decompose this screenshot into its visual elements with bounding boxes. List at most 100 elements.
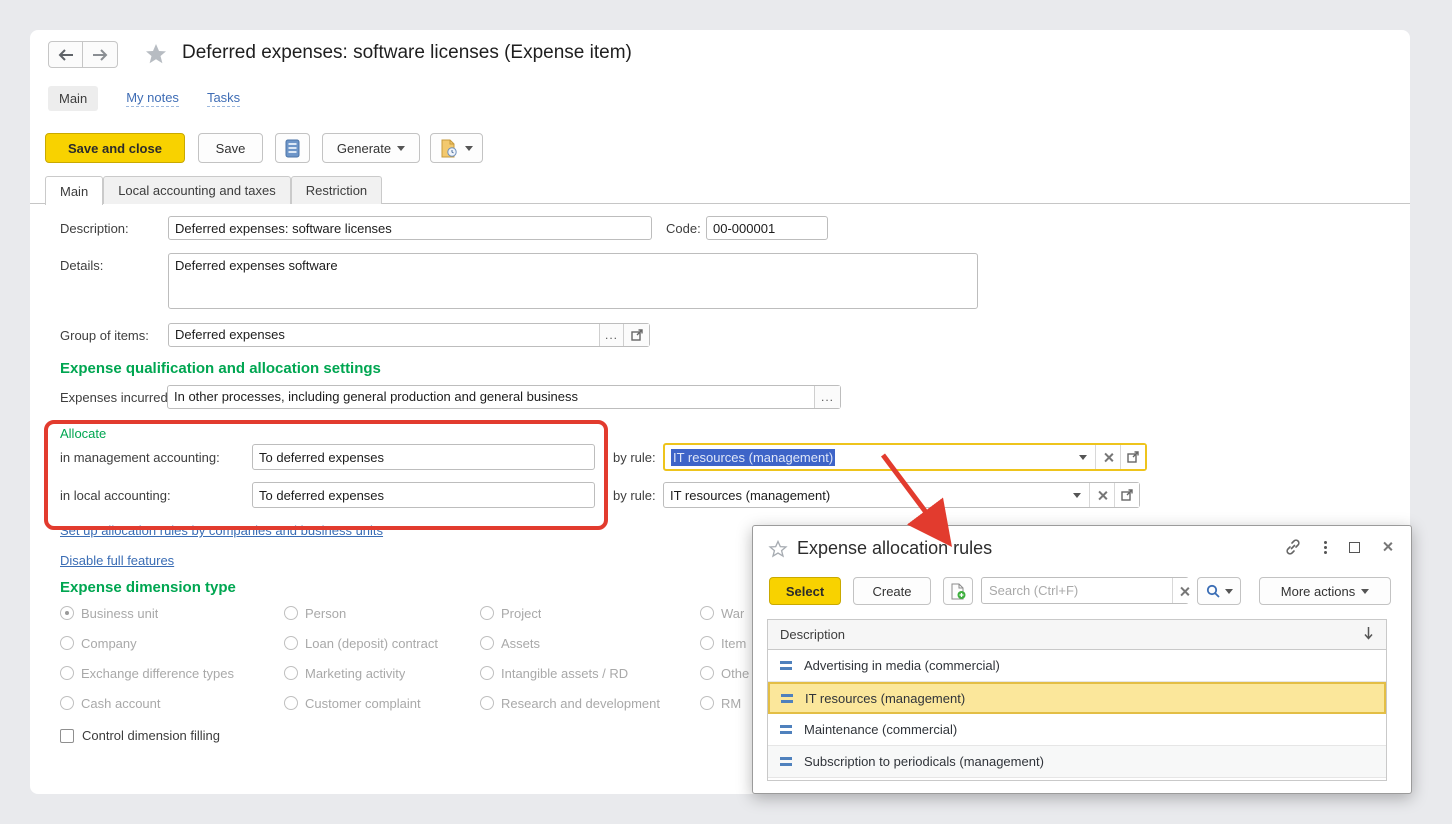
kebab-menu-icon	[1324, 541, 1327, 554]
save-button[interactable]: Save	[198, 133, 263, 163]
group-of-items-value: Deferred expenses	[169, 324, 599, 346]
close-button[interactable]	[1382, 541, 1395, 554]
radio-business-unit[interactable]: Business unit	[60, 603, 284, 623]
radio-other[interactable]: Othe	[700, 663, 749, 683]
radio-rm[interactable]: RM	[700, 693, 749, 713]
tab-local-accounting[interactable]: Local accounting and taxes	[103, 176, 291, 204]
mgmt-rule-combo[interactable]: IT resources (management)	[663, 443, 1147, 471]
create-new-doc-button[interactable]	[943, 577, 973, 605]
local-rule-clear-button[interactable]	[1089, 483, 1114, 507]
radio-cash-account[interactable]: Cash account	[60, 693, 284, 713]
mgmt-accounting-input[interactable]	[252, 444, 595, 470]
sort-descending-icon[interactable]	[1363, 626, 1374, 643]
row-label: Maintenance (commercial)	[804, 722, 957, 737]
history-nav-buttons	[48, 41, 118, 68]
radio-company[interactable]: Company	[60, 633, 284, 653]
expense-allocation-rules-window: Expense allocation rules Select Create	[752, 525, 1412, 794]
history-doc-button[interactable]	[430, 133, 483, 163]
code-label: Code:	[666, 221, 701, 236]
description-column-header: Description	[780, 627, 845, 642]
tab-main[interactable]: Main	[45, 176, 103, 205]
radio-customer-complaint[interactable]: Customer complaint	[284, 693, 480, 713]
close-icon	[1382, 541, 1395, 554]
chevron-down-icon	[1073, 493, 1081, 498]
mgmt-rule-value: IT resources (management)	[671, 449, 835, 466]
create-button[interactable]: Create	[853, 577, 931, 605]
setup-allocation-rules-link[interactable]: Set up allocation rules by companies and…	[60, 523, 383, 538]
code-input[interactable]	[706, 216, 828, 240]
table-row[interactable]: Subscription to periodicals (management)	[768, 746, 1386, 778]
favorite-star-icon[interactable]	[144, 42, 168, 69]
table-row[interactable]: Advertising in media (commercial)	[768, 650, 1386, 682]
radio-icon	[700, 696, 714, 710]
rules-table: Description Advertising in media (commer…	[767, 619, 1387, 781]
radio-assets[interactable]: Assets	[480, 633, 700, 653]
generate-label: Generate	[337, 141, 391, 156]
radio-icon	[284, 606, 298, 620]
radio-project[interactable]: Project	[480, 603, 700, 623]
table-row[interactable]: Maintenance (commercial)	[768, 714, 1386, 746]
forward-button[interactable]	[83, 41, 118, 68]
expenses-incurred-ellipsis-button[interactable]: ...	[814, 386, 840, 408]
save-and-close-button[interactable]: Save and close	[45, 133, 185, 163]
table-header[interactable]: Description	[768, 620, 1386, 650]
radio-intangible-assets[interactable]: Intangible assets / RD	[480, 663, 700, 683]
open-icon	[631, 329, 643, 341]
local-by-rule-label: by rule:	[613, 488, 656, 503]
description-input[interactable]	[168, 216, 652, 240]
get-link-button[interactable]	[1284, 538, 1302, 556]
radio-loan-contract[interactable]: Loan (deposit) contract	[284, 633, 480, 653]
nav-item-main[interactable]: Main	[48, 86, 98, 111]
search-icon	[1206, 584, 1220, 598]
select-button[interactable]: Select	[769, 577, 841, 605]
row-label: Subscription to periodicals (management)	[804, 754, 1044, 769]
local-rule-dropdown-button[interactable]	[1064, 483, 1089, 507]
nav-item-tasks[interactable]: Tasks	[207, 90, 240, 107]
back-button[interactable]	[48, 41, 83, 68]
local-rule-value: IT resources (management)	[664, 483, 1064, 507]
group-of-items-label: Group of items:	[60, 328, 149, 343]
popup-window-controls	[1284, 538, 1395, 556]
nav-item-my-notes[interactable]: My notes	[126, 90, 179, 107]
radio-icon	[60, 696, 74, 710]
table-row-selected[interactable]: IT resources (management)	[768, 682, 1386, 714]
local-accounting-input[interactable]	[252, 482, 595, 508]
chevron-down-icon	[1361, 589, 1369, 594]
section-nav: Main My notes Tasks	[48, 86, 240, 111]
expenses-incurred-field[interactable]: In other processes, including general pr…	[167, 385, 841, 409]
radio-person[interactable]: Person	[284, 603, 480, 623]
tab-restriction[interactable]: Restriction	[291, 176, 382, 204]
mgmt-rule-open-button[interactable]	[1120, 445, 1145, 469]
mgmt-rule-clear-button[interactable]	[1095, 445, 1120, 469]
group-of-items-field[interactable]: Deferred expenses ...	[168, 323, 650, 347]
control-dimension-checkbox-row[interactable]: Control dimension filling	[60, 728, 220, 743]
report-button[interactable]	[275, 133, 310, 163]
favorite-star-outline-icon[interactable]	[768, 539, 788, 562]
clear-icon	[1097, 490, 1108, 501]
more-menu-button[interactable]	[1324, 541, 1327, 554]
allocate-heading: Allocate	[60, 426, 106, 441]
search-input[interactable]	[982, 578, 1172, 603]
radio-icon	[284, 666, 298, 680]
local-rule-combo[interactable]: IT resources (management)	[663, 482, 1140, 508]
radio-icon	[480, 636, 494, 650]
more-actions-button[interactable]: More actions	[1259, 577, 1391, 605]
radio-marketing-activity[interactable]: Marketing activity	[284, 663, 480, 683]
group-open-button[interactable]	[623, 324, 649, 346]
maximize-button[interactable]	[1349, 542, 1360, 553]
local-rule-open-button[interactable]	[1114, 483, 1139, 507]
details-textarea[interactable]: Deferred expenses software	[168, 253, 978, 309]
search-field	[981, 577, 1189, 604]
radio-research-development[interactable]: Research and development	[480, 693, 700, 713]
radio-icon	[480, 696, 494, 710]
disable-full-features-link[interactable]: Disable full features	[60, 553, 174, 568]
radio-item[interactable]: Item	[700, 633, 749, 653]
radio-exchange-difference[interactable]: Exchange difference types	[60, 663, 284, 683]
search-options-button[interactable]	[1197, 577, 1241, 605]
group-ellipsis-button[interactable]: ...	[599, 324, 623, 346]
link-icon	[1284, 538, 1302, 556]
mgmt-rule-dropdown-button[interactable]	[1070, 445, 1095, 469]
radio-warehouse[interactable]: War	[700, 603, 749, 623]
search-clear-button[interactable]	[1172, 578, 1194, 603]
generate-button[interactable]: Generate	[322, 133, 420, 163]
